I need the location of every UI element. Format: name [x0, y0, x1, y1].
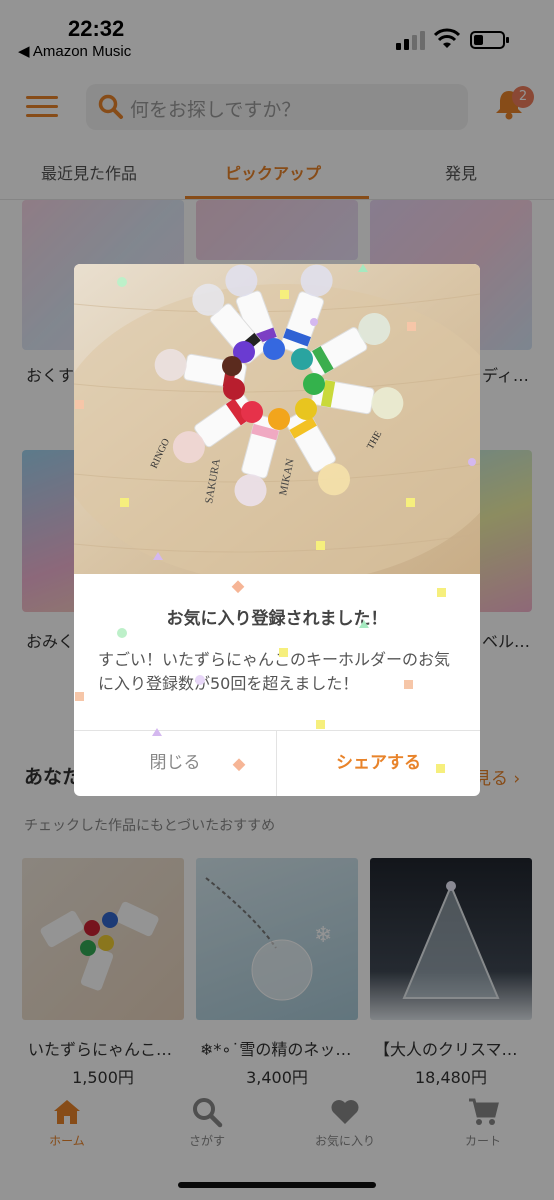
- favorite-registered-dialog: RINGO SAKURA MIKAN THE お気に入り登録されました！ すごい…: [74, 264, 480, 796]
- share-button[interactable]: シェアする: [277, 730, 480, 796]
- dialog-message: すごい！いたずらにゃんこのキーホルダーのお気に入り登録数が50回を超えました！: [98, 650, 451, 693]
- close-button[interactable]: 閉じる: [74, 730, 276, 796]
- product-photo: RINGO SAKURA MIKAN THE: [74, 264, 480, 574]
- dialog-title: お気に入り登録されました！: [166, 609, 388, 629]
